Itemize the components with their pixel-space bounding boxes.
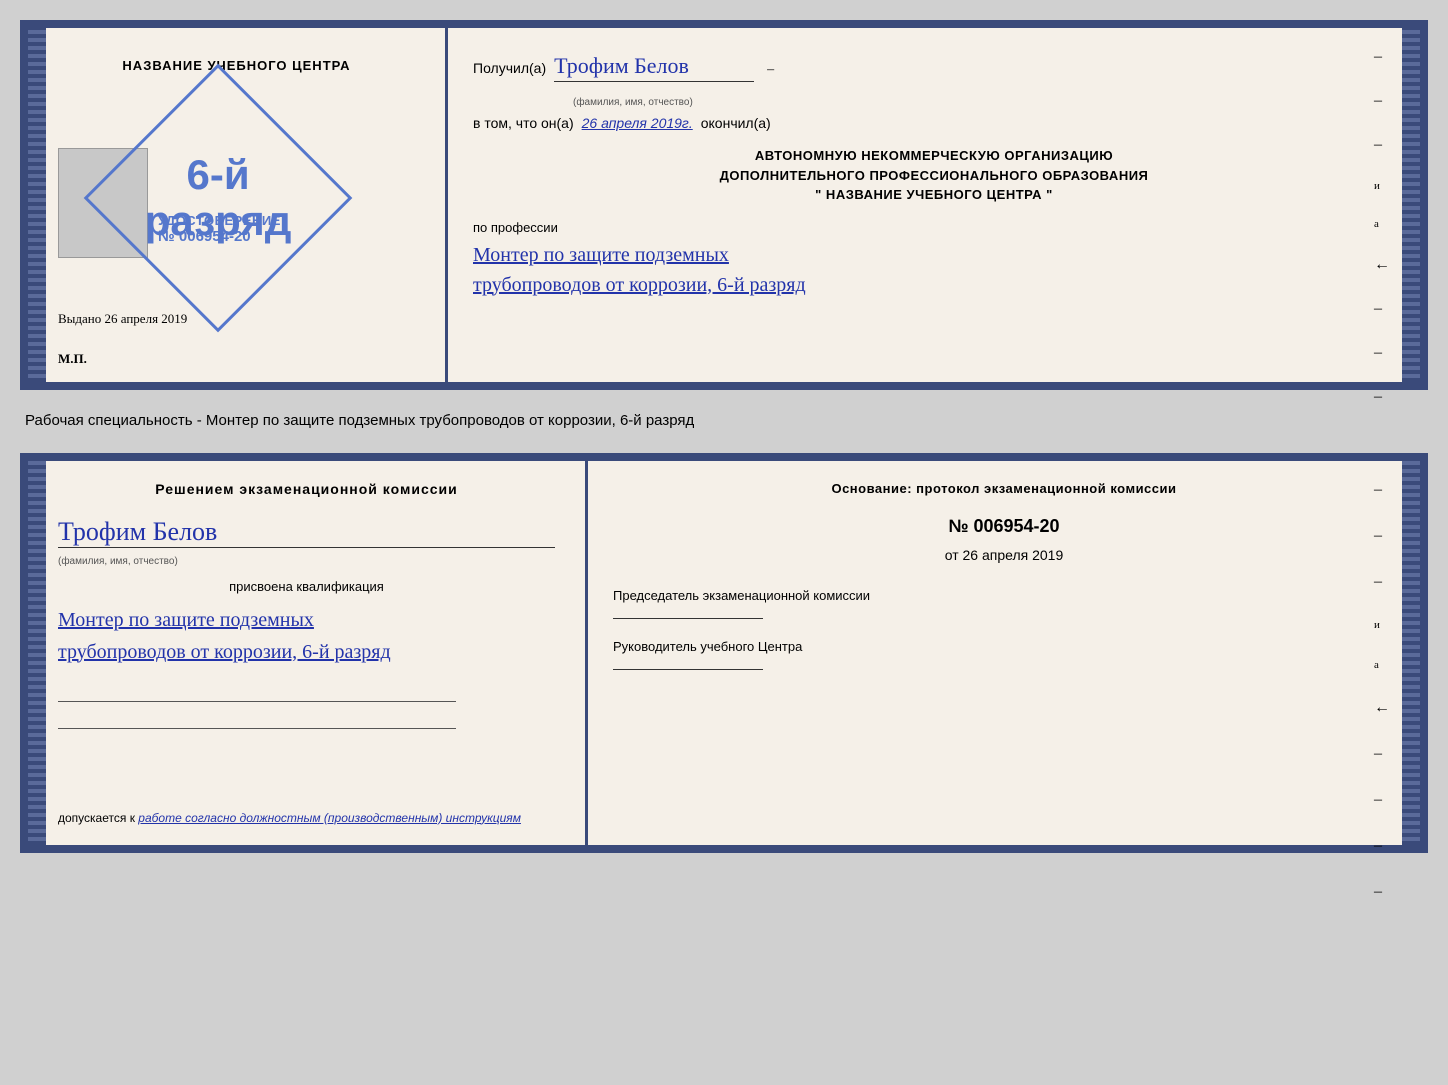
- stamp-diamond: 6-й разряд: [108, 88, 328, 308]
- poluchil-label: Получил(a): [473, 60, 546, 76]
- profession-block: Монтер по защите подземных трубопроводов…: [473, 240, 1395, 300]
- cert-label: УДОСТОВЕРЕНИЕ: [158, 213, 281, 228]
- b-side-dash-5: а: [1374, 659, 1390, 671]
- middle-text: Рабочая специальность - Монтер по защите…: [20, 402, 1428, 441]
- dopuskaetsya-block: допускается к работе согласно должностны…: [58, 811, 555, 825]
- b-side-dash-9: –: [1374, 837, 1390, 855]
- org-block: АВТОНОМНУЮ НЕКОММЕРЧЕСКУЮ ОРГАНИЗАЦИЮ ДО…: [473, 146, 1395, 205]
- bottom-name-hint: (фамилия, имя, отчество): [58, 556, 178, 567]
- po-professii-label: по профессии: [473, 220, 1395, 235]
- chairman-title: Председатель экзаменационной комиссии: [613, 588, 1395, 603]
- komissia-title: Решением экзаменационной комиссии: [58, 481, 555, 497]
- top-left-title: НАЗВАНИЕ УЧЕБНОГО ЦЕНТРА: [122, 58, 350, 73]
- vydano-block: Выдано 26 апреля 2019: [58, 311, 187, 327]
- name-hint-top: (фамилия, имя, отчество): [573, 97, 693, 108]
- side-dash-4: и: [1374, 180, 1390, 192]
- protocol-number: № 006954-20: [613, 516, 1395, 537]
- blank-line-2: [58, 710, 456, 729]
- b-side-dash-3: –: [1374, 573, 1390, 591]
- top-left-panel: НАЗВАНИЕ УЧЕБНОГО ЦЕНТРА 6-й разряд УДОС…: [28, 28, 448, 382]
- osnovaniye-title: Основание: протокол экзаменационной коми…: [613, 481, 1395, 496]
- recipient-name: Трофим Белов: [554, 53, 754, 82]
- okonchil-label: окончил(a): [701, 115, 771, 131]
- org-line1: АВТОНОМНУЮ НЕКОММЕРЧЕСКУЮ ОРГАНИЗАЦИЮ: [473, 146, 1395, 166]
- vydano-date: 26 апреля 2019: [105, 311, 188, 326]
- bottom-right-decorative-strip: [1402, 461, 1420, 845]
- b-side-dash-7: –: [1374, 745, 1390, 763]
- cert-number: № 006954-20: [158, 228, 281, 245]
- dash: –: [767, 62, 774, 78]
- side-dash-5: а: [1374, 218, 1390, 230]
- b-side-dash-10: –: [1374, 883, 1390, 901]
- vtom-label: в том, что он(а): [473, 115, 574, 131]
- org-line2: ДОПОЛНИТЕЛЬНОГО ПРОФЕССИОНАЛЬНОГО ОБРАЗО…: [473, 166, 1395, 186]
- recipient-line: Получил(a) Трофим Белов –: [473, 53, 1395, 82]
- side-dash-8: –: [1374, 344, 1390, 362]
- handwritten-date: 26 апреля 2019г.: [582, 115, 693, 131]
- mp-label: М.П.: [58, 351, 87, 367]
- b-side-dash-4: и: [1374, 619, 1390, 631]
- right-decorative-strip: [1402, 28, 1420, 382]
- certificate-top: НАЗВАНИЕ УЧЕБНОГО ЦЕНТРА 6-й разряд УДОС…: [20, 20, 1428, 390]
- prisvoena-label: присвоена квалификация: [58, 579, 555, 594]
- side-dash-3: –: [1374, 136, 1390, 154]
- date-line: в том, что он(а) 26 апреля 2019г. окончи…: [473, 115, 1395, 131]
- rukovoditel-title: Руководитель учебного Центра: [613, 639, 1395, 654]
- chairman-block: Председатель экзаменационной комиссии: [613, 588, 1395, 619]
- b-side-dash-1: –: [1374, 481, 1390, 499]
- date-ot-value: 26 апреля 2019: [963, 547, 1064, 563]
- date-ot-prefix: от: [945, 547, 959, 563]
- rukovoditel-block: Руководитель учебного Центра: [613, 639, 1395, 670]
- profession-line1: Монтер по защите подземных: [473, 240, 1395, 270]
- b-side-dash-2: –: [1374, 527, 1390, 545]
- blank-lines: [58, 683, 555, 729]
- side-dash-2: –: [1374, 92, 1390, 110]
- chairman-signature-line: [613, 618, 763, 619]
- top-right-panel: Получил(a) Трофим Белов – (фамилия, имя,…: [448, 28, 1420, 382]
- profession-line2: трубопроводов от коррозии, 6-й разряд: [473, 270, 1395, 300]
- dopuskaetsya-prefix: допускается к: [58, 811, 135, 825]
- stamp-diamond-inner: 6-й разряд: [84, 64, 353, 333]
- dopuskaetsya-text: работе согласно должностным (производств…: [138, 811, 521, 825]
- bottom-profession-line2: трубопроводов от коррозии, 6-й разряд: [58, 636, 555, 668]
- blank-line-1: [58, 683, 456, 702]
- certificate-bottom: Решением экзаменационной комиссии Трофим…: [20, 453, 1428, 853]
- vydano-label: Выдано: [58, 311, 101, 326]
- bottom-right-panel: Основание: протокол экзаменационной коми…: [588, 461, 1420, 845]
- page-wrapper: НАЗВАНИЕ УЧЕБНОГО ЦЕНТРА 6-й разряд УДОС…: [20, 20, 1428, 853]
- org-line3: " НАЗВАНИЕ УЧЕБНОГО ЦЕНТРА ": [473, 185, 1395, 205]
- rukovoditel-signature-line: [613, 669, 763, 670]
- side-dash-1: –: [1374, 48, 1390, 66]
- bottom-profession-block: Монтер по защите подземных трубопроводов…: [58, 604, 555, 668]
- side-dash-6: ←: [1374, 256, 1390, 274]
- date-ot: от 26 апреля 2019: [613, 547, 1395, 563]
- side-dash-9: –: [1374, 388, 1390, 406]
- bottom-recipient-name: Трофим Белов: [58, 517, 555, 548]
- side-dash-7: –: [1374, 300, 1390, 318]
- b-side-dash-8: –: [1374, 791, 1390, 809]
- right-side-dashes: – – – и а ← – – –: [1374, 48, 1390, 406]
- b-side-dash-6: ←: [1374, 699, 1390, 717]
- bottom-right-side-dashes: – – – и а ← – – – –: [1374, 481, 1390, 901]
- bottom-left-panel: Решением экзаменационной комиссии Трофим…: [28, 461, 588, 845]
- udostoverenie-block: УДОСТОВЕРЕНИЕ № 006954-20: [158, 213, 281, 245]
- bottom-profession-line1: Монтер по защите подземных: [58, 604, 555, 636]
